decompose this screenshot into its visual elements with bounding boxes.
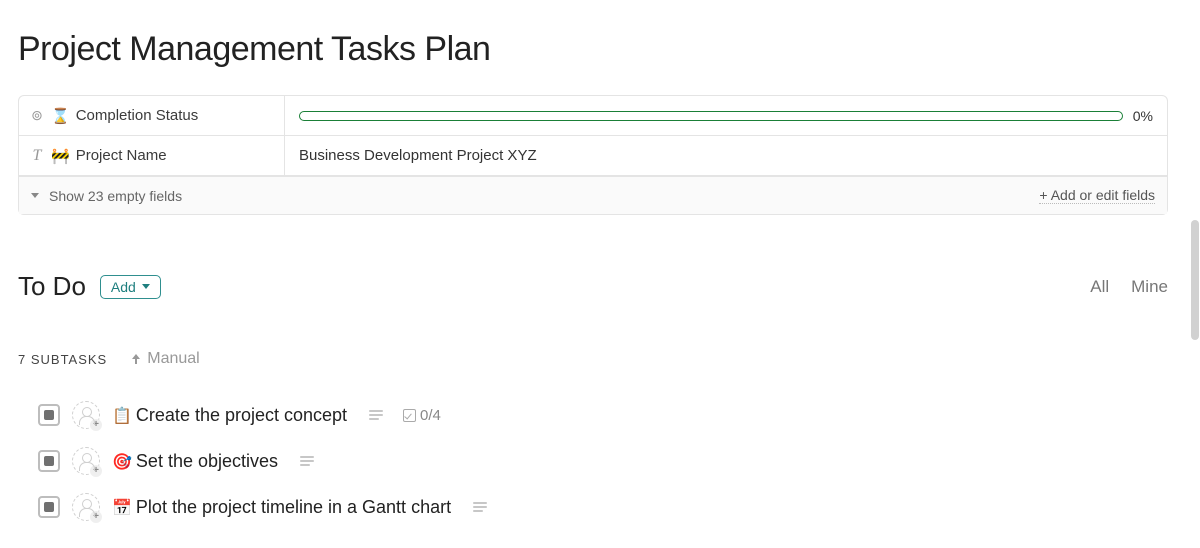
task-row[interactable]: + 📅Plot the project timeline in a Gantt … [38,484,1162,530]
completion-progress-bar [299,111,1123,121]
arrow-up-icon [131,354,141,364]
task-title[interactable]: 🎯Set the objectives [112,451,278,472]
filter-all[interactable]: All [1090,277,1109,297]
todo-section-header: To Do Add All Mine [18,271,1168,302]
task-checkbox[interactable] [38,450,60,472]
description-icon [369,410,383,420]
chevron-down-icon [142,284,150,289]
completion-percent: 0% [1133,108,1153,124]
plus-icon: + [90,419,102,431]
vertical-scrollbar[interactable] [1191,220,1199,480]
checkbox-icon [403,409,416,422]
plus-icon: + [90,465,102,477]
project-name-value[interactable]: Business Development Project XYZ [285,147,1167,164]
target-icon: 🎯 [112,454,132,471]
fields-footer: Show 23 empty fields + Add or edit field… [19,176,1167,214]
add-or-edit-fields-button[interactable]: + Add or edit fields [1039,187,1155,204]
fields-panel: ⊚ ⌛ Completion Status 0% T 🚧 Project Nam… [18,95,1168,215]
scrollbar-thumb[interactable] [1191,220,1199,340]
field-label-completion[interactable]: ⊚ ⌛ Completion Status [19,96,285,135]
field-row-project-name: T 🚧 Project Name Business Development Pr… [19,136,1167,176]
subtask-count[interactable]: 0/4 [403,407,441,424]
clipboard-icon: 📋 [112,408,132,425]
task-filters: All Mine [1090,277,1168,297]
task-title[interactable]: 📋Create the project concept [112,405,347,426]
plus-icon: + [90,511,102,523]
field-label-project-name[interactable]: T 🚧 Project Name [19,136,285,175]
calendar-icon: 📅 [112,500,132,517]
field-row-completion: ⊚ ⌛ Completion Status 0% [19,96,1167,136]
project-name-label: Project Name [76,147,167,164]
task-checkbox[interactable] [38,496,60,518]
assignee-placeholder[interactable]: + [72,401,100,429]
filter-mine[interactable]: Mine [1131,277,1168,297]
todo-heading: To Do [18,271,86,302]
rollup-type-icon: ⊚ [29,107,45,124]
sort-mode-button[interactable]: Manual [131,350,199,368]
task-list: + 📋Create the project concept 0/4 + 🎯Set… [18,392,1162,530]
chevron-down-icon [31,193,39,198]
show-empty-fields-button[interactable]: Show 23 empty fields [31,188,182,204]
page-title: Project Management Tasks Plan [18,30,1162,69]
assignee-placeholder[interactable]: + [72,447,100,475]
completion-label: Completion Status [76,107,199,124]
assignee-placeholder[interactable]: + [72,493,100,521]
task-title[interactable]: 📅Plot the project timeline in a Gantt ch… [112,497,451,518]
subtasks-count: 7 SUBTASKS [18,352,107,367]
completion-value[interactable]: 0% [285,108,1167,124]
description-icon [473,502,487,512]
add-task-button[interactable]: Add [100,275,161,299]
hourglass-icon: ⌛ [51,107,70,125]
text-type-icon: T [29,147,45,165]
subtasks-header: 7 SUBTASKS Manual [18,350,1162,368]
task-row[interactable]: + 🎯Set the objectives [38,438,1162,484]
task-row[interactable]: + 📋Create the project concept 0/4 [38,392,1162,438]
task-checkbox[interactable] [38,404,60,426]
description-icon [300,456,314,466]
construction-icon: 🚧 [51,147,70,165]
